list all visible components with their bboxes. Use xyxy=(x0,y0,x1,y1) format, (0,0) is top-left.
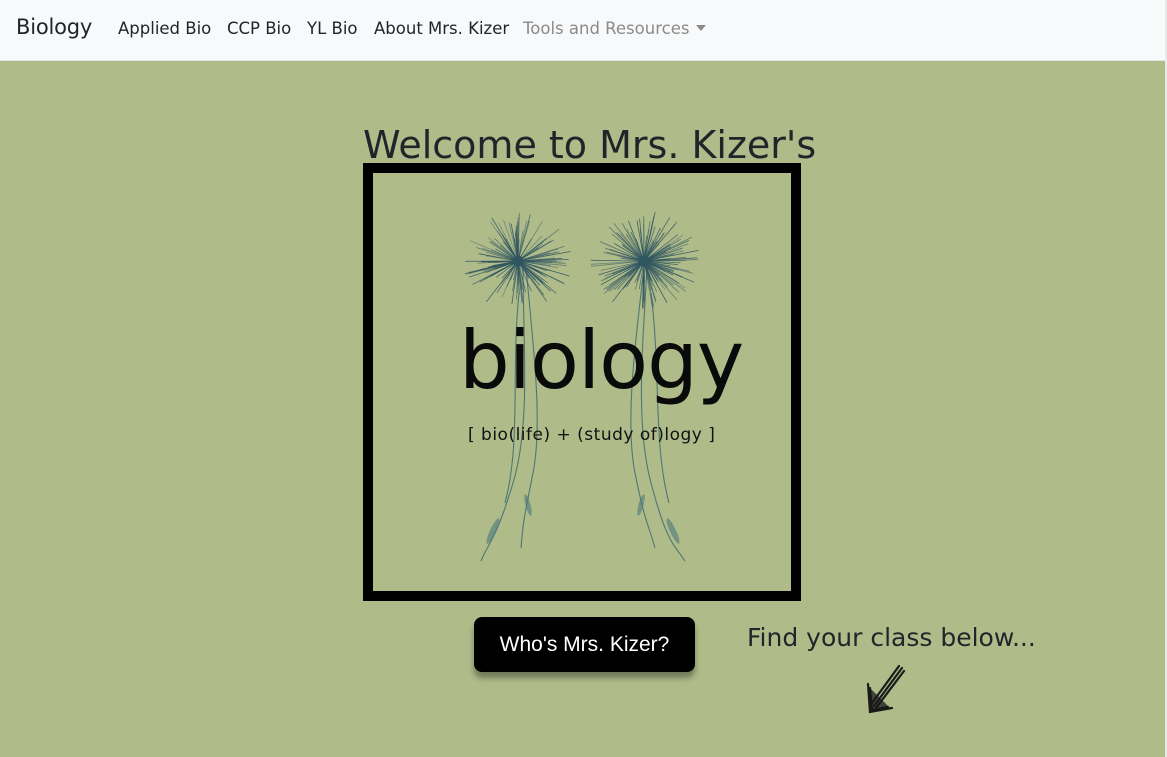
navbar-brand[interactable]: Biology xyxy=(16,15,92,39)
biology-logo: biology [ bio(life) + (study of)logy ] xyxy=(363,163,801,601)
nav-item-ccp-bio[interactable]: CCP Bio xyxy=(227,19,291,38)
whos-mrs-kizer-button[interactable]: Who's Mrs. Kizer? xyxy=(474,617,695,672)
nav-item-about[interactable]: About Mrs. Kizer xyxy=(374,19,509,38)
page-title: Welcome to Mrs. Kizer's xyxy=(363,123,817,168)
nav-dropdown-tools[interactable]: Tools and Resources xyxy=(523,19,707,38)
logo-subtitle: [ bio(life) + (study of)logy ] xyxy=(468,425,716,445)
nav-item-yl-bio[interactable]: YL Bio xyxy=(307,19,358,38)
navbar: Biology Applied Bio CCP Bio YL Bio About… xyxy=(0,0,1165,61)
caret-down-icon xyxy=(696,25,707,31)
logo-wordmark: biology xyxy=(459,314,744,407)
nav-dropdown-label: Tools and Resources xyxy=(523,19,690,38)
hand-drawn-arrow-down-left-icon xyxy=(866,664,906,714)
nav-item-applied-bio[interactable]: Applied Bio xyxy=(118,19,211,38)
find-class-text: Find your class below... xyxy=(747,623,1036,652)
